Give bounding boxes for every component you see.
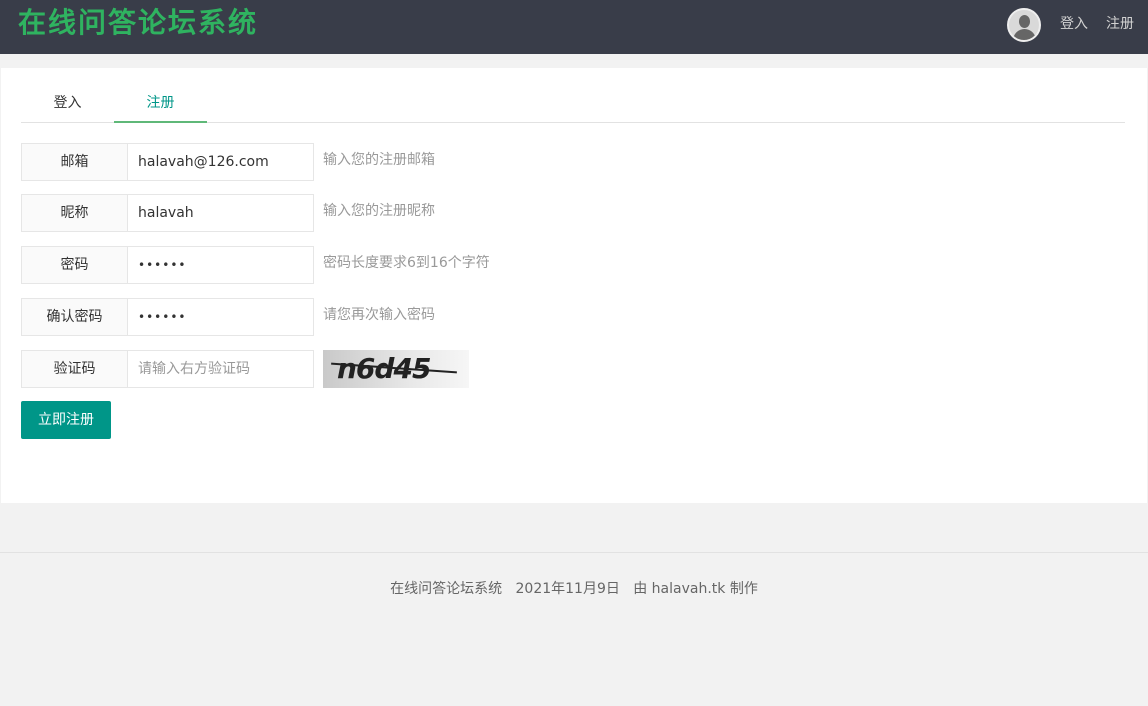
nickname-field[interactable] bbox=[127, 194, 314, 232]
register-card: 登入 注册 邮箱 输入您的注册邮箱 昵称 输入您的注册昵称 密码 密码长度要求6… bbox=[1, 68, 1147, 503]
register-submit-button[interactable]: 立即注册 bbox=[21, 401, 111, 439]
auth-tabs: 登入 注册 bbox=[21, 86, 1125, 123]
captcha-field[interactable] bbox=[127, 350, 314, 388]
tab-login[interactable]: 登入 bbox=[21, 86, 114, 123]
confirm-password-row: 确认密码 请您再次输入密码 bbox=[21, 298, 621, 336]
nav-login-link[interactable]: 登入 bbox=[1060, 15, 1088, 33]
nav-register-link[interactable]: 注册 bbox=[1106, 15, 1134, 33]
nickname-label: 昵称 bbox=[21, 194, 128, 232]
page-footer: 在线问答论坛系统 2021年11月9日 由 halavah.tk 制作 bbox=[0, 552, 1148, 706]
footer-text: 在线问答论坛系统 2021年11月9日 由 halavah.tk 制作 bbox=[390, 581, 758, 597]
avatar-head-shape bbox=[1019, 15, 1030, 28]
nickname-hint: 输入您的注册昵称 bbox=[323, 203, 435, 219]
password-hint: 密码长度要求6到16个字符 bbox=[323, 255, 490, 271]
captcha-label: 验证码 bbox=[21, 350, 128, 388]
captcha-image[interactable]: n6d45 bbox=[323, 350, 469, 388]
nickname-row: 昵称 输入您的注册昵称 bbox=[21, 194, 621, 232]
top-header: 在线问答论坛系统 登入 注册 bbox=[0, 0, 1148, 54]
site-logo[interactable]: 在线问答论坛系统 bbox=[18, 4, 258, 42]
password-row: 密码 密码长度要求6到16个字符 bbox=[21, 246, 621, 284]
email-row: 邮箱 输入您的注册邮箱 bbox=[21, 143, 621, 181]
user-avatar-icon[interactable] bbox=[1007, 8, 1041, 42]
avatar-body-shape bbox=[1013, 29, 1036, 40]
confirm-password-hint: 请您再次输入密码 bbox=[323, 307, 435, 323]
tab-register[interactable]: 注册 bbox=[114, 86, 207, 123]
email-hint: 输入您的注册邮箱 bbox=[323, 152, 435, 168]
confirm-password-field[interactable] bbox=[127, 298, 314, 336]
captcha-row: 验证码 n6d45 bbox=[21, 350, 621, 388]
email-label: 邮箱 bbox=[21, 143, 128, 181]
email-field[interactable] bbox=[127, 143, 314, 181]
password-field[interactable] bbox=[127, 246, 314, 284]
confirm-password-label: 确认密码 bbox=[21, 298, 128, 336]
password-label: 密码 bbox=[21, 246, 128, 284]
